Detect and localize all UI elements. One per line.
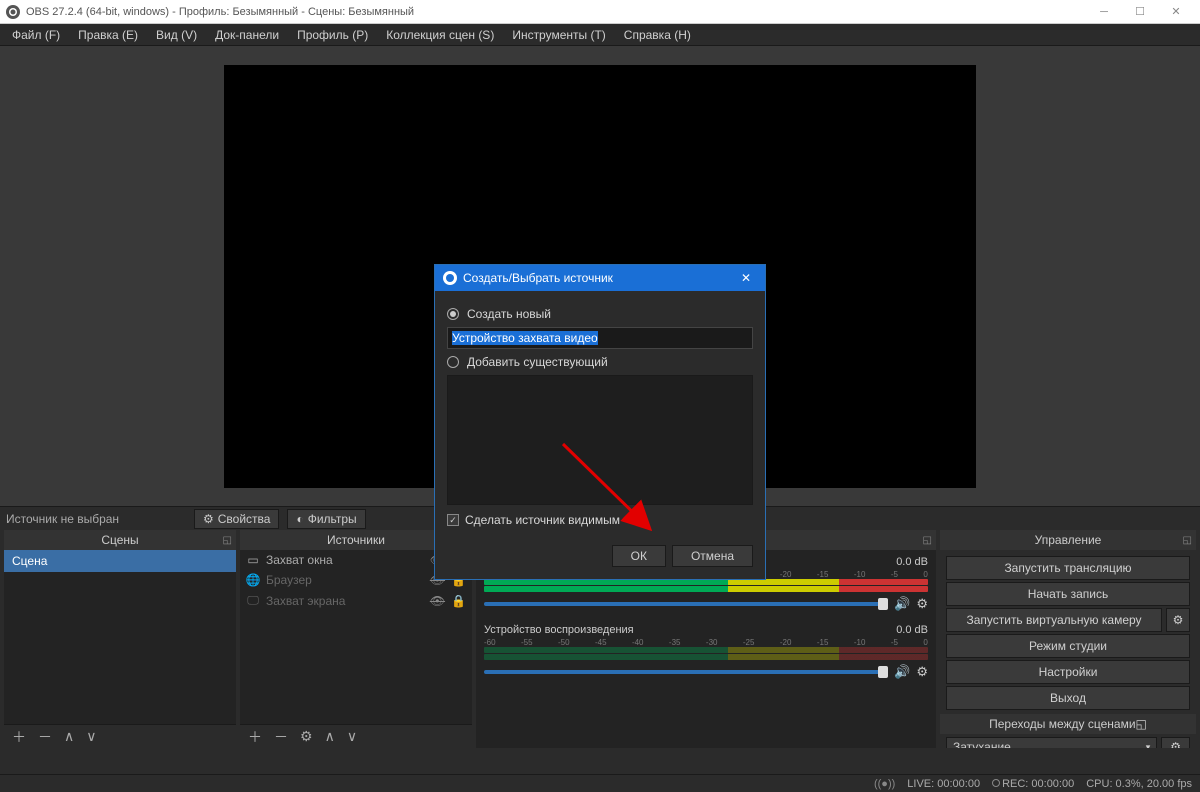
scenes-panel: Сцены ◱ Сцена ＋ － ∧ ∨ bbox=[4, 530, 236, 748]
lock-icon[interactable]: 🔒 bbox=[451, 594, 466, 608]
settings-button[interactable]: Настройки bbox=[946, 660, 1190, 684]
source-row[interactable]: 🖵 Захват экрана 👁 🔒 bbox=[240, 590, 472, 611]
radio-add-existing[interactable]: Добавить существующий bbox=[447, 355, 753, 369]
rec-status: REC: 00:00:00 bbox=[1002, 778, 1074, 790]
visibility-off-icon[interactable]: 👁 bbox=[430, 594, 445, 608]
dock-detach-icon[interactable]: ◱ bbox=[923, 535, 932, 546]
maximize-button[interactable]: ☐ bbox=[1122, 0, 1158, 24]
meter-scale: -60-55-50-45-40-35-30-25-20-15-10-50 bbox=[484, 638, 928, 647]
obs-app-icon bbox=[6, 5, 20, 19]
create-source-dialog: Создать/Выбрать источник ✕ Создать новый… bbox=[434, 264, 766, 580]
window-title: OBS 27.2.4 (64-bit, windows) - Профиль: … bbox=[26, 6, 1086, 18]
start-virtualcam-button[interactable]: Запустить виртуальную камеру bbox=[946, 608, 1162, 632]
dialog-title: Создать/Выбрать источник bbox=[463, 271, 613, 285]
radio-icon bbox=[447, 308, 459, 320]
broadcast-icon: ((●)) bbox=[874, 778, 895, 790]
menubar: Файл (F) Правка (E) Вид (V) Док-панели П… bbox=[0, 24, 1200, 46]
virtualcam-settings-button[interactable]: ⚙ bbox=[1166, 608, 1190, 632]
volume-slider[interactable] bbox=[484, 670, 888, 674]
window-titlebar: OBS 27.2.4 (64-bit, windows) - Профиль: … bbox=[0, 0, 1200, 24]
remove-source-button[interactable]: － bbox=[270, 727, 292, 747]
globe-icon: 🌐 bbox=[246, 573, 260, 587]
dock-detach-icon[interactable]: ◱ bbox=[1136, 717, 1147, 731]
scene-down-button[interactable]: ∨ bbox=[82, 728, 100, 745]
gear-icon[interactable]: ⚙ bbox=[916, 664, 928, 680]
menu-view[interactable]: Вид (V) bbox=[148, 25, 205, 45]
channel-db: 0.0 dB bbox=[896, 556, 928, 568]
transition-settings-button[interactable]: ⚙ bbox=[1161, 737, 1190, 748]
speaker-icon[interactable]: 🔊 bbox=[894, 596, 910, 612]
cancel-button[interactable]: Отмена bbox=[672, 545, 753, 567]
audio-meter bbox=[484, 586, 928, 592]
channel-name: Устройство воспроизведения bbox=[484, 624, 634, 636]
exit-button[interactable]: Выход bbox=[946, 686, 1190, 710]
gear-icon: ⚙ bbox=[203, 512, 214, 526]
menu-profile[interactable]: Профиль (P) bbox=[289, 25, 376, 45]
channel-db: 0.0 dB bbox=[896, 624, 928, 636]
studio-mode-button[interactable]: Режим студии bbox=[946, 634, 1190, 658]
dock-detach-icon[interactable]: ◱ bbox=[1183, 535, 1192, 546]
menu-file[interactable]: Файл (F) bbox=[4, 25, 68, 45]
source-down-button[interactable]: ∨ bbox=[343, 728, 361, 745]
transitions-header: Переходы между сценами ◱ bbox=[940, 714, 1196, 734]
menu-tools[interactable]: Инструменты (T) bbox=[504, 25, 613, 45]
dialog-titlebar[interactable]: Создать/Выбрать источник ✕ bbox=[435, 265, 765, 291]
close-button[interactable]: ✕ bbox=[1158, 0, 1194, 24]
live-status: LIVE: 00:00:00 bbox=[907, 778, 980, 790]
source-props-button[interactable]: ⚙ bbox=[296, 728, 317, 745]
add-scene-button[interactable]: ＋ bbox=[8, 727, 30, 747]
statusbar: ((●)) LIVE: 00:00:00 REC: 00:00:00 CPU: … bbox=[0, 774, 1200, 792]
scene-item[interactable]: Сцена bbox=[4, 550, 236, 572]
volume-slider[interactable] bbox=[484, 602, 888, 606]
add-source-button[interactable]: ＋ bbox=[244, 727, 266, 747]
menu-docks[interactable]: Док-панели bbox=[207, 25, 287, 45]
obs-app-icon bbox=[443, 271, 457, 285]
audio-meter bbox=[484, 654, 928, 660]
filters-button[interactable]: ◐ Фильтры bbox=[287, 509, 365, 529]
source-name-input[interactable]: Устройство захвата видео bbox=[447, 327, 753, 349]
transition-select[interactable]: Затухание ▾ bbox=[946, 737, 1157, 748]
mixer-channel-playback: Устройство воспроизведения 0.0 dB -60-55… bbox=[476, 620, 936, 682]
monitor-icon: 🖵 bbox=[246, 593, 260, 608]
filters-label: Фильтры bbox=[308, 512, 357, 526]
controls-header: Управление ◱ bbox=[940, 530, 1196, 550]
radio-create-new[interactable]: Создать новый bbox=[447, 307, 753, 321]
start-streaming-button[interactable]: Запустить трансляцию bbox=[946, 556, 1190, 580]
menu-scene-collection[interactable]: Коллекция сцен (S) bbox=[378, 25, 502, 45]
menu-help[interactable]: Справка (H) bbox=[616, 25, 699, 45]
existing-sources-list[interactable] bbox=[447, 375, 753, 505]
ok-button[interactable]: ОК bbox=[612, 545, 666, 567]
source-up-button[interactable]: ∧ bbox=[321, 728, 339, 745]
chevron-down-icon: ▾ bbox=[1146, 742, 1151, 749]
gear-icon[interactable]: ⚙ bbox=[916, 596, 928, 612]
remove-scene-button[interactable]: － bbox=[34, 727, 56, 747]
dock-detach-icon[interactable]: ◱ bbox=[223, 535, 232, 546]
properties-label: Свойства bbox=[218, 512, 271, 526]
radio-icon bbox=[447, 356, 459, 368]
make-visible-checkbox[interactable]: ✓ Сделать источник видимым bbox=[447, 513, 753, 527]
properties-button[interactable]: ⚙ Свойства bbox=[194, 509, 279, 529]
controls-panel: Управление ◱ Запустить трансляцию Начать… bbox=[940, 530, 1196, 748]
window-capture-icon: ▭ bbox=[246, 553, 260, 567]
minimize-button[interactable]: ─ bbox=[1086, 0, 1122, 24]
menu-edit[interactable]: Правка (E) bbox=[70, 25, 146, 45]
cpu-status: CPU: 0.3%, 20.00 fps bbox=[1086, 778, 1192, 790]
speaker-icon[interactable]: 🔊 bbox=[894, 664, 910, 680]
dialog-close-button[interactable]: ✕ bbox=[735, 271, 757, 285]
checkbox-icon: ✓ bbox=[447, 514, 459, 526]
scene-up-button[interactable]: ∧ bbox=[60, 728, 78, 745]
rec-dot-icon bbox=[992, 779, 1000, 787]
start-recording-button[interactable]: Начать запись bbox=[946, 582, 1190, 606]
filter-icon: ◐ bbox=[296, 512, 303, 526]
scenes-header: Сцены ◱ bbox=[4, 530, 236, 550]
no-source-label: Источник не выбран bbox=[6, 512, 186, 526]
audio-meter bbox=[484, 647, 928, 653]
